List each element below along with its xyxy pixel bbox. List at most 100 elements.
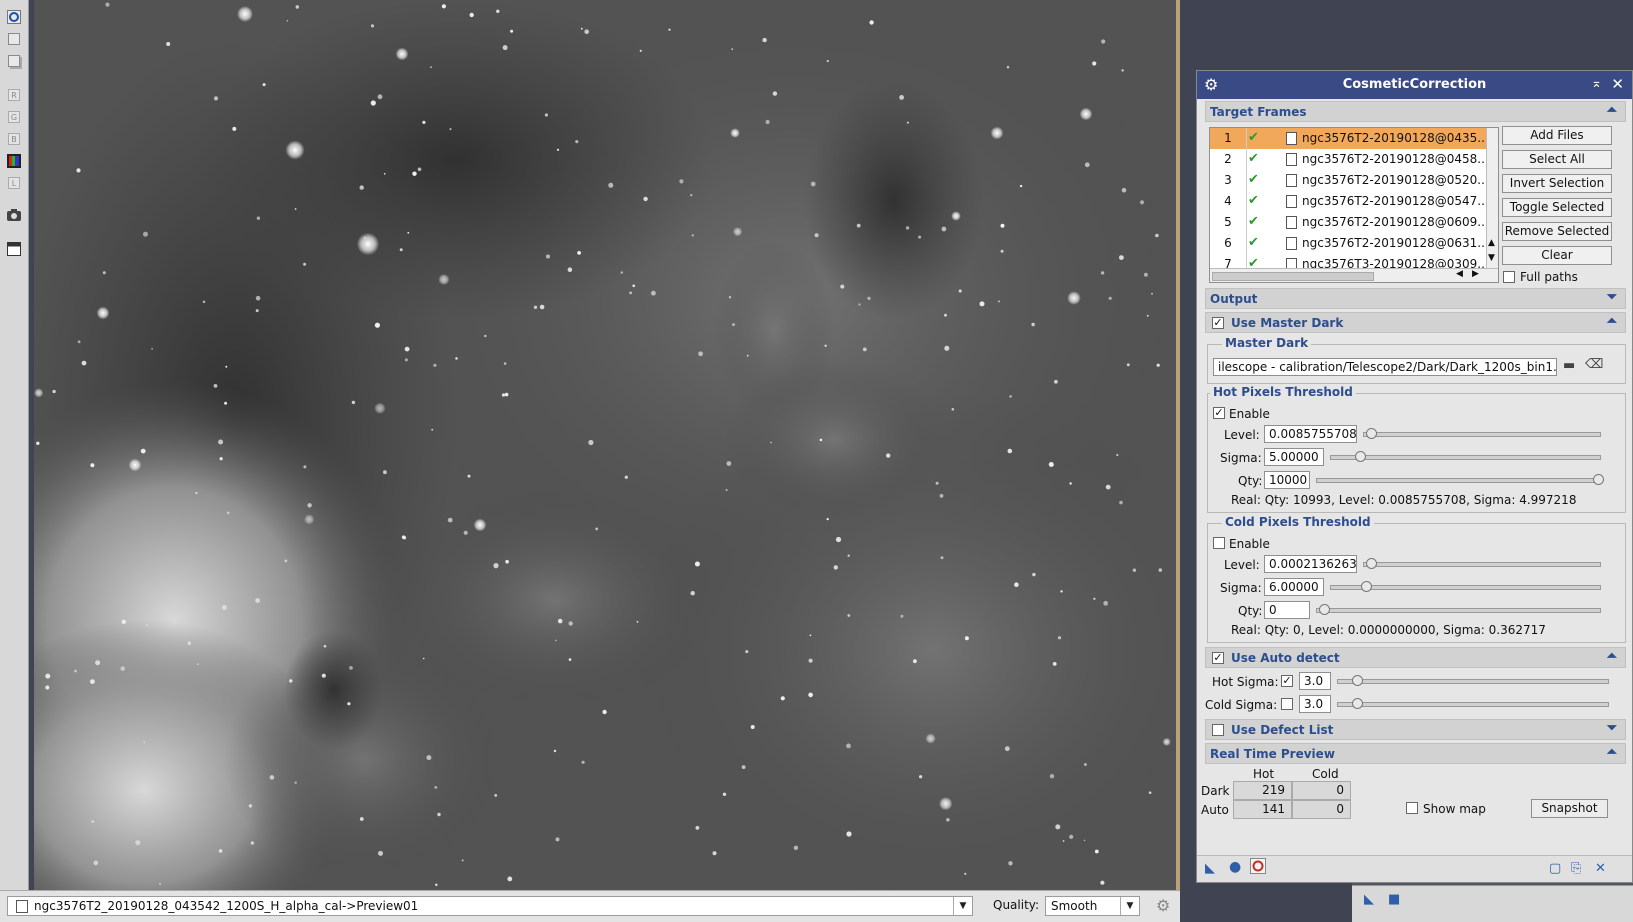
reset-icon[interactable]: ✕ <box>1595 861 1606 876</box>
window-icon[interactable] <box>5 240 23 258</box>
table-row[interactable]: 1 ✔ ngc3576T2-20190128@0435...-12 <box>1210 128 1498 149</box>
view-selector[interactable]: ngc3576T2_20190128_043542_1200S_H_alpha_… <box>7 896 973 916</box>
use-defect-list-section[interactable]: Use Defect List ⏷ <box>1205 719 1626 740</box>
check-icon[interactable]: ✔ <box>1248 193 1259 208</box>
snapshot-button[interactable]: Snapshot <box>1531 799 1608 818</box>
clone-view-icon[interactable] <box>5 52 23 70</box>
scroll-up-icon[interactable]: ▲ <box>1488 238 1495 248</box>
check-icon[interactable]: ✔ <box>1248 235 1259 250</box>
master-dark-path-field[interactable]: ilescope - calibration/Telescope2/Dark/D… <box>1213 358 1557 376</box>
collapse-icon[interactable]: ⏶ <box>1607 649 1617 664</box>
full-paths-checkbox[interactable] <box>1503 271 1515 283</box>
chevron-down-icon[interactable]: ▼ <box>1120 897 1139 915</box>
slider-knob[interactable] <box>1366 558 1377 569</box>
channel-r-icon[interactable]: R <box>5 86 23 104</box>
add-files-button[interactable]: Add Files <box>1502 126 1612 145</box>
hot-sigma-field[interactable]: 3.0 <box>1299 672 1331 690</box>
slider-knob[interactable] <box>1352 675 1363 686</box>
window-title-bar[interactable]: ⚙ CosmeticCorrection ⌅ ✕ <box>1197 71 1632 99</box>
table-row[interactable]: 3 ✔ ngc3576T2-20190128@0520...-12 <box>1210 170 1498 191</box>
chevron-down-icon[interactable]: ▼ <box>953 897 972 915</box>
rectangle-tool-icon[interactable] <box>5 30 23 48</box>
use-auto-detect-checkbox[interactable]: ✓ <box>1212 652 1224 664</box>
browse-documentation-icon[interactable]: ▢ <box>1549 861 1561 876</box>
use-master-dark-checkbox[interactable]: ✓ <box>1212 317 1224 329</box>
hot-qty-slider[interactable] <box>1316 474 1604 485</box>
quality-select[interactable]: Smooth ▼ <box>1045 896 1140 916</box>
output-section[interactable]: Output ⏷ <box>1205 288 1626 309</box>
toggle-selected-button[interactable]: Toggle Selected <box>1502 198 1612 217</box>
slider-knob[interactable] <box>1361 581 1372 592</box>
target-frames-section[interactable]: Target Frames ⏶ <box>1205 101 1626 122</box>
table-row[interactable]: 2 ✔ ngc3576T2-20190128@0458...-12 <box>1210 149 1498 170</box>
camera-icon[interactable] <box>5 206 23 224</box>
clear-path-icon[interactable]: ⌫ <box>1585 357 1603 372</box>
expand-icon[interactable]: ⏷ <box>1607 290 1617 305</box>
check-icon[interactable]: ✔ <box>1248 214 1259 229</box>
close-icon[interactable]: ✕ <box>1611 75 1624 93</box>
collapse-icon[interactable]: ⏶ <box>1607 103 1617 118</box>
use-master-dark-section[interactable]: ✓ Use Master Dark ⏶ <box>1205 312 1626 333</box>
scroll-down-icon[interactable]: ▼ <box>1488 253 1495 263</box>
table-row[interactable]: 6 ✔ ngc3576T2-20190128@0631...-12 <box>1210 233 1498 254</box>
scroll-thumb[interactable] <box>1212 272 1374 281</box>
slider-knob[interactable] <box>1352 698 1363 709</box>
cold-sigma-checkbox[interactable] <box>1281 698 1293 710</box>
hot-qty-field[interactable]: 10000 <box>1264 471 1310 489</box>
cold-qty-slider[interactable] <box>1316 604 1601 615</box>
hot-sigma-slider[interactable] <box>1330 451 1601 462</box>
use-defect-list-checkbox[interactable] <box>1212 724 1224 736</box>
expand-icon[interactable]: ⏷ <box>1607 721 1617 736</box>
check-icon[interactable]: ✔ <box>1248 151 1259 166</box>
check-icon[interactable]: ✔ <box>1248 172 1259 187</box>
real-time-preview-icon[interactable] <box>1250 858 1266 878</box>
table-row[interactable]: 4 ✔ ngc3576T2-20190128@0547...-12 <box>1210 191 1498 212</box>
hot-enable-checkbox[interactable]: ✓ <box>1213 407 1225 419</box>
select-all-button[interactable]: Select All <box>1502 150 1612 169</box>
hot-sigma-slider[interactable] <box>1337 675 1609 686</box>
track-view-icon[interactable]: ⎘ <box>1571 861 1581 876</box>
hot-level-field[interactable]: 0.0085755708 <box>1264 425 1357 443</box>
scroll-right-icon[interactable]: ▶ <box>1472 269 1479 279</box>
slider-knob[interactable] <box>1355 451 1366 462</box>
cold-level-field[interactable]: 0.0002136263 <box>1264 555 1357 573</box>
rgb-channel-icon[interactable] <box>5 152 23 170</box>
clear-button[interactable]: Clear <box>1502 246 1612 265</box>
apply-global-icon[interactable]: ● <box>1229 859 1241 875</box>
hot-level-slider[interactable] <box>1363 428 1601 439</box>
slider-knob[interactable] <box>1319 604 1330 615</box>
channel-g-icon[interactable]: G <box>5 108 23 126</box>
cold-enable-checkbox[interactable] <box>1213 537 1225 549</box>
check-icon[interactable]: ✔ <box>1248 130 1259 145</box>
slider-knob[interactable] <box>1366 428 1377 439</box>
cold-qty-field[interactable]: 0 <box>1264 601 1310 619</box>
target-frames-table[interactable]: 1 ✔ ngc3576T2-20190128@0435...-12 2 ✔ ng… <box>1209 127 1499 283</box>
hot-sigma-field[interactable]: 5.00000 <box>1264 448 1324 466</box>
image-view[interactable] <box>34 0 1176 890</box>
cold-sigma-field[interactable]: 3.0 <box>1299 695 1331 713</box>
channel-l-icon[interactable]: L <box>5 174 23 192</box>
cold-level-slider[interactable] <box>1363 558 1601 569</box>
invert-selection-button[interactable]: Invert Selection <box>1502 174 1612 193</box>
show-map-checkbox[interactable] <box>1406 802 1418 814</box>
cold-sigma-slider[interactable] <box>1330 581 1601 592</box>
channel-b-icon[interactable]: B <box>5 130 23 148</box>
use-auto-detect-section[interactable]: ✓ Use Auto detect ⏶ <box>1205 647 1626 668</box>
folder-icon[interactable]: ▬ <box>1563 358 1575 373</box>
remove-selected-button[interactable]: Remove Selected <box>1502 222 1612 241</box>
new-instance-icon[interactable]: ◣ <box>1205 861 1215 876</box>
cold-sigma-slider[interactable] <box>1337 698 1609 709</box>
circle-tool-icon[interactable] <box>5 8 23 26</box>
shade-icon[interactable]: ⌅ <box>1591 76 1602 91</box>
horizontal-scrollbar[interactable]: ◀ ▶ <box>1210 268 1498 282</box>
gear-icon[interactable]: ⚙ <box>1156 896 1170 915</box>
collapse-icon[interactable]: ⏶ <box>1607 314 1617 329</box>
table-row[interactable]: 5 ✔ ngc3576T2-20190128@0609...-12 <box>1210 212 1498 233</box>
scroll-left-icon[interactable]: ◀ <box>1456 269 1463 279</box>
slider-knob[interactable] <box>1593 474 1604 485</box>
real-time-preview-section[interactable]: Real Time Preview ⏶ <box>1205 743 1626 764</box>
hot-sigma-checkbox[interactable]: ✓ <box>1281 675 1293 687</box>
vertical-scrollbar[interactable]: ▲ ▼ <box>1486 128 1498 268</box>
collapse-icon[interactable]: ⏶ <box>1607 745 1617 760</box>
cold-sigma-field[interactable]: 6.00000 <box>1264 578 1324 596</box>
